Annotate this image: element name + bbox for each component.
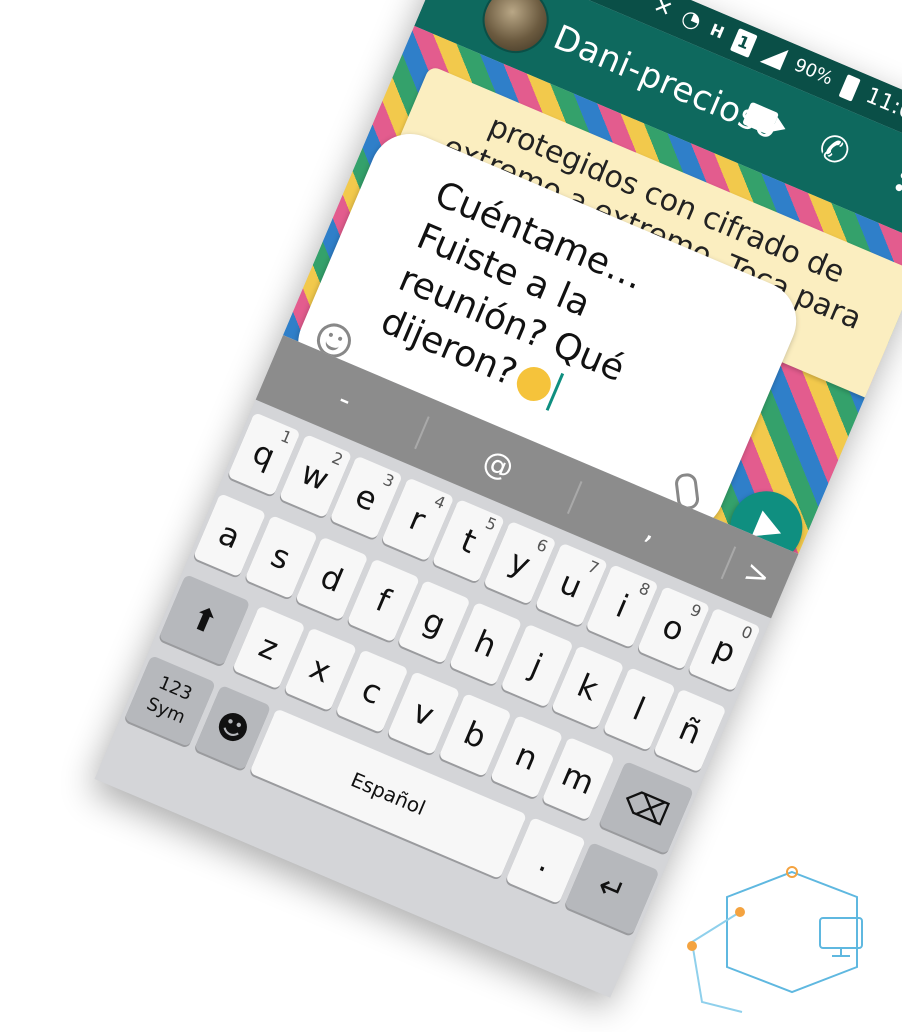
back-arrow-icon[interactable]: ← <box>437 0 486 15</box>
battery-icon <box>838 73 861 102</box>
hspa-icon: H <box>707 19 728 43</box>
monitor-icon <box>819 917 863 949</box>
suggestion-more[interactable]: > <box>723 547 792 603</box>
more-options-icon[interactable] <box>892 159 902 198</box>
voice-call-icon[interactable]: ✆ <box>812 126 856 176</box>
sim-icon: 1 <box>729 27 758 58</box>
battery-percent: 90% <box>791 54 837 90</box>
decorative-hexagon-graphic <box>687 866 863 1013</box>
signal-icon <box>759 40 789 70</box>
mute-icon: ✕ <box>649 0 677 24</box>
alarm-icon: ◔ <box>677 4 705 36</box>
contact-avatar[interactable] <box>472 0 559 64</box>
